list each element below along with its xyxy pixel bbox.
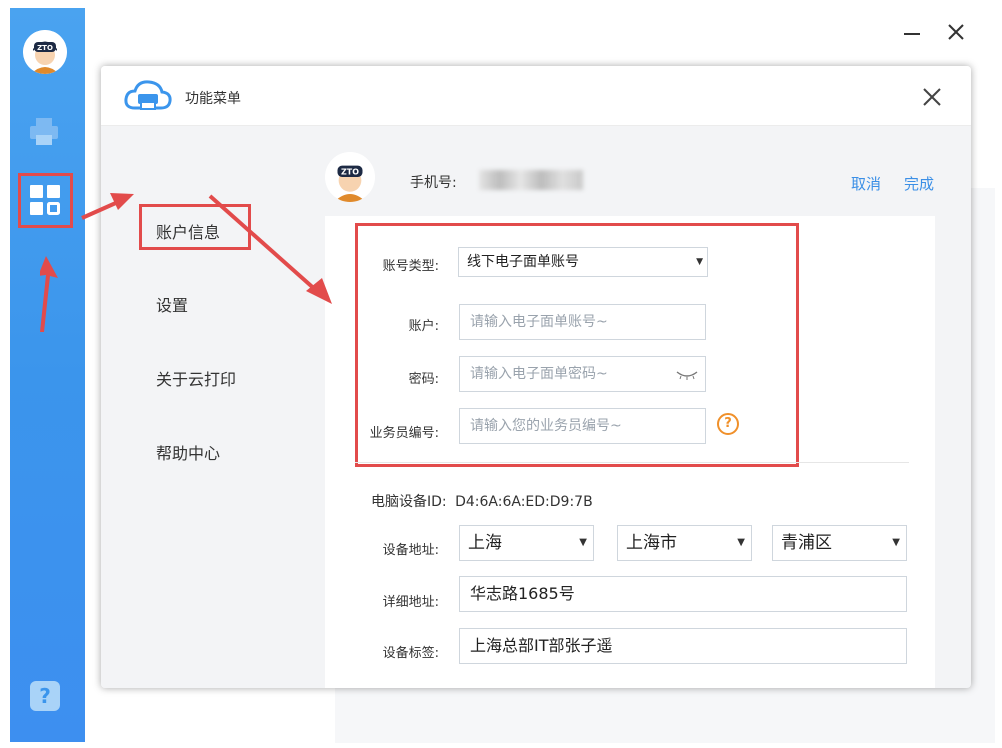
account-header <box>288 126 971 214</box>
svg-text:ZTO: ZTO <box>37 44 53 52</box>
district-select[interactable]: 青浦区 ▼ <box>772 525 907 561</box>
account-form-highlight <box>355 223 799 467</box>
province-select[interactable]: 上海 ▼ <box>459 525 594 561</box>
dialog-header: 功能菜单 <box>101 66 971 126</box>
menu-item-help-center[interactable]: 帮助中心 <box>156 440 220 464</box>
phone-label: 手机号: <box>410 175 457 191</box>
section-divider <box>355 462 909 463</box>
minimize-icon[interactable] <box>900 20 924 44</box>
help-icon[interactable]: ? <box>30 681 60 711</box>
device-address-label: 设备地址: <box>382 543 439 558</box>
detail-address-input[interactable]: 华志路1685号 <box>459 576 907 612</box>
dialog-side-menu: 账户信息 设置 关于云打印 帮助中心 <box>101 126 288 688</box>
cloud-printer-icon <box>123 78 173 118</box>
dropdown-caret-icon: ▼ <box>892 537 900 548</box>
phone-number-redacted <box>479 170 583 190</box>
device-tag-input[interactable]: 上海总部IT部张子遥 <box>459 628 907 664</box>
cancel-button[interactable]: 取消 <box>851 173 881 194</box>
avatar-icon[interactable]: ZTO <box>23 30 67 74</box>
device-id-label: 电脑设备ID: <box>371 494 447 510</box>
device-tag-value: 上海总部IT部张子遥 <box>470 636 613 655</box>
menu-item-settings[interactable]: 设置 <box>156 292 188 316</box>
svg-text:ZTO: ZTO <box>341 168 359 177</box>
province-value: 上海 <box>468 533 502 553</box>
menu-item-label: 关于云打印 <box>156 370 237 389</box>
menu-item-account-info[interactable]: 账户信息 <box>139 204 251 250</box>
dropdown-caret-icon: ▼ <box>737 537 745 548</box>
done-button[interactable]: 完成 <box>904 173 934 194</box>
printer-icon[interactable] <box>27 115 61 149</box>
district-value: 青浦区 <box>781 533 832 553</box>
dialog-title: 功能菜单 <box>185 91 241 107</box>
app-window: ZTO ? 功能菜单 账户信息 设置 关于云打印 帮助中心 ZTO 手机号: 取… <box>0 0 1002 748</box>
device-tag-label: 设备标签: <box>382 646 439 661</box>
left-nav-rail: ZTO ? <box>10 8 85 742</box>
dropdown-caret-icon: ▼ <box>579 537 587 548</box>
dialog-close-icon[interactable] <box>921 86 943 108</box>
city-select[interactable]: 上海市 ▼ <box>617 525 752 561</box>
menu-item-label: 账户信息 <box>156 223 221 242</box>
up-arrow-annotation-icon <box>38 256 70 336</box>
apps-menu-highlight[interactable] <box>18 173 73 228</box>
close-icon[interactable] <box>944 20 968 44</box>
function-menu-dialog: 功能菜单 账户信息 设置 关于云打印 帮助中心 ZTO 手机号: 取消 完成 账… <box>101 66 971 688</box>
menu-item-label: 帮助中心 <box>156 444 221 463</box>
city-value: 上海市 <box>626 533 677 553</box>
grid-apps-icon[interactable] <box>30 185 60 215</box>
detail-address-value: 华志路1685号 <box>470 584 575 603</box>
device-id-value: D4:6A:6A:ED:D9:7B <box>455 494 593 510</box>
detail-address-label: 详细地址: <box>382 595 439 610</box>
account-avatar: ZTO <box>325 152 375 202</box>
menu-item-label: 设置 <box>156 296 189 315</box>
device-id-row: 电脑设备ID: D4:6A:6A:ED:D9:7B <box>371 491 593 511</box>
menu-item-about[interactable]: 关于云打印 <box>156 366 236 390</box>
